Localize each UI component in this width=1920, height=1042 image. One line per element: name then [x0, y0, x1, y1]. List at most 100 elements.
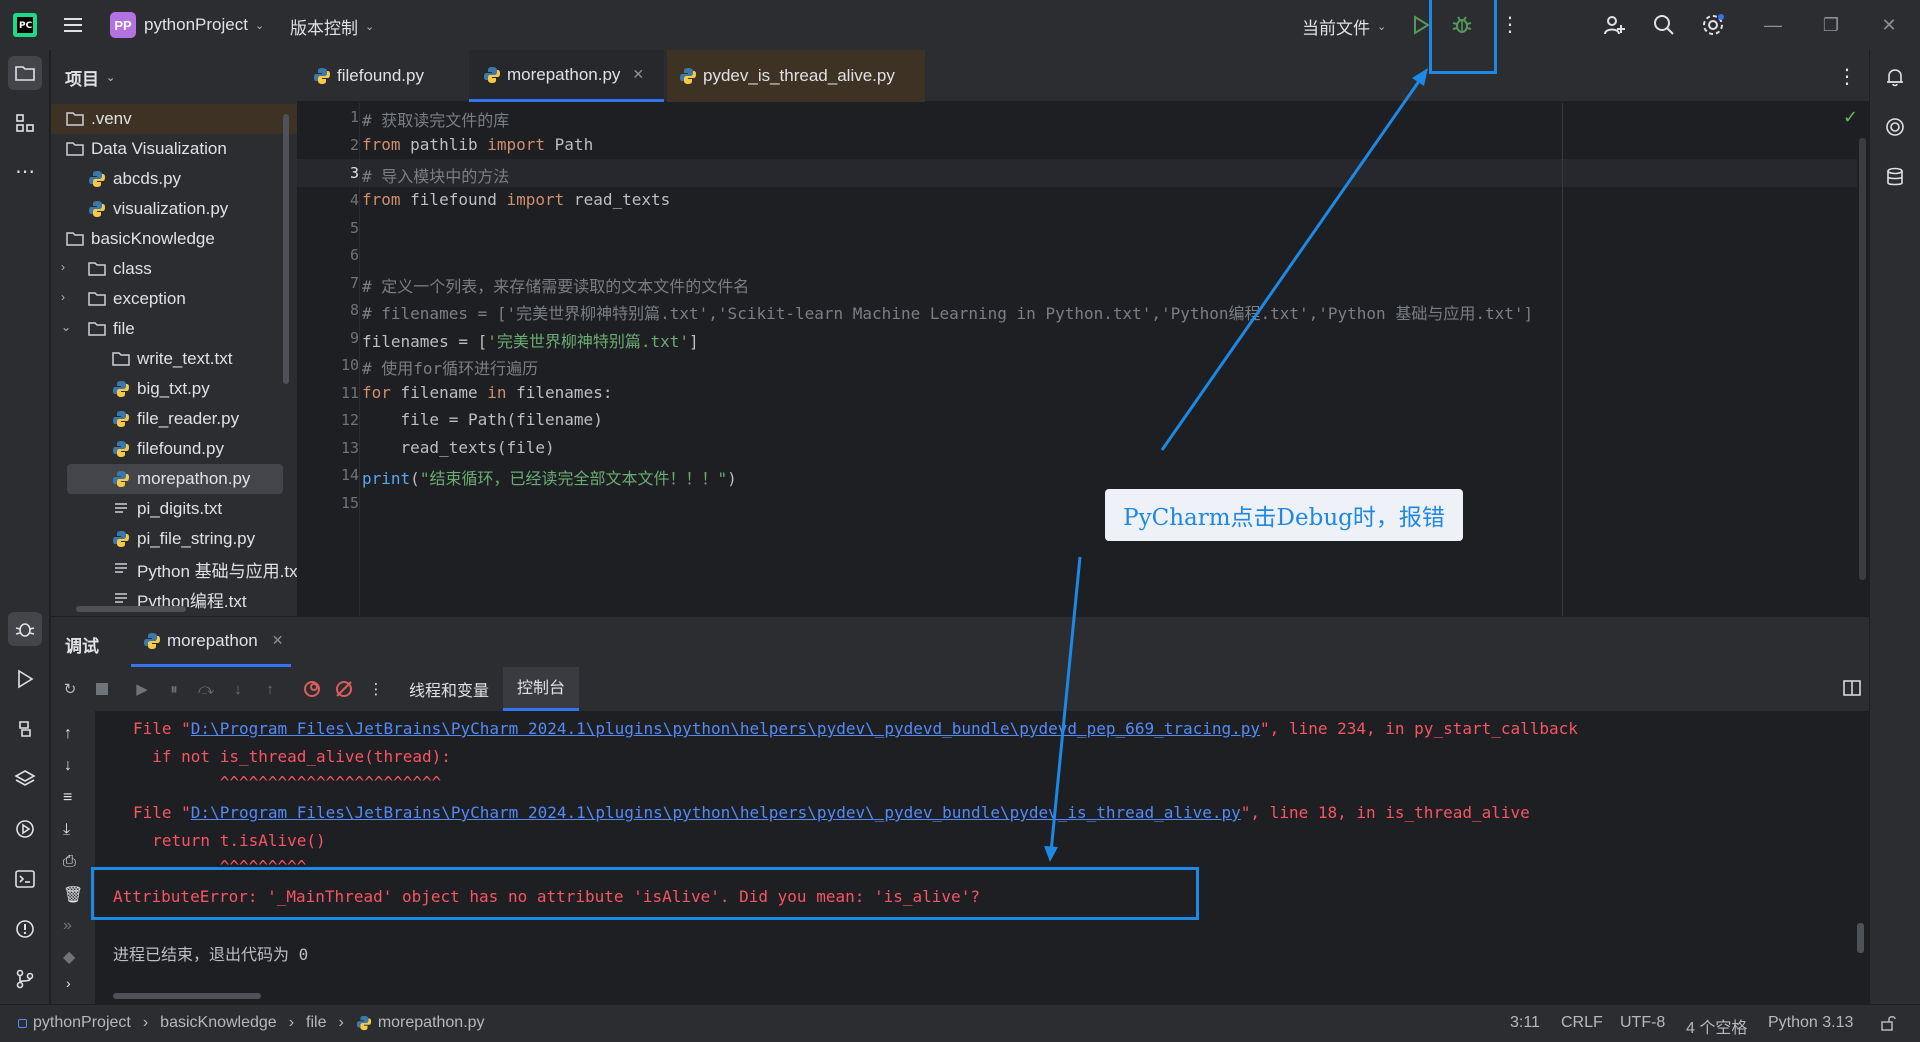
- tree-item[interactable]: exception: [87, 284, 186, 314]
- more-options-icon[interactable]: ⋮: [365, 678, 387, 700]
- project-tool-folder-icon[interactable]: [8, 56, 42, 90]
- tree-item[interactable]: morepathon.py: [111, 464, 250, 494]
- tab-options-icon[interactable]: ⋮: [1837, 64, 1857, 89]
- tree-item[interactable]: file_reader.py: [111, 404, 239, 434]
- line-number: 10: [340, 356, 359, 374]
- rerun-icon[interactable]: ↻: [59, 678, 81, 700]
- tree-item[interactable]: Python 基础与应用.txt: [111, 554, 297, 584]
- tab-pydev-is-thread-alive[interactable]: pydev_is_thread_alive.py: [667, 50, 925, 102]
- breadcrumb-subfolder[interactable]: file: [306, 1014, 326, 1032]
- tree-item[interactable]: .venv: [65, 104, 132, 134]
- project-panel-header[interactable]: 项目 ⌄: [51, 50, 297, 104]
- tree-item[interactable]: pi_digits.txt: [111, 494, 222, 524]
- step-into-icon[interactable]: ↓: [227, 678, 249, 700]
- tree-item[interactable]: big_txt.py: [111, 374, 210, 404]
- git-branch-icon[interactable]: [8, 962, 42, 996]
- line-separator[interactable]: CRLF: [1561, 1014, 1603, 1032]
- code-line-12: file = Path(filename): [362, 410, 603, 429]
- expand-more-icon[interactable]: »: [63, 917, 72, 935]
- vcs-menu[interactable]: 版本控制 ⌄: [290, 14, 374, 39]
- tab-console[interactable]: 控制台: [503, 667, 580, 711]
- restore-window-icon[interactable]: ❐: [1808, 0, 1854, 50]
- database-icon[interactable]: [1878, 160, 1912, 194]
- stop-icon[interactable]: [91, 678, 113, 700]
- layout-settings-icon[interactable]: [1843, 679, 1861, 697]
- debug-tool-bug-icon[interactable]: [8, 612, 42, 646]
- code-text: ]: [689, 332, 699, 351]
- chevron-down-icon[interactable]: ⌄: [61, 320, 71, 334]
- debug-console[interactable]: ↑ ↓ ≡ ⤓ ⎙ 🗑 » ◆ › File "D:\Program Files…: [51, 711, 1869, 1005]
- tab-filefound[interactable]: filefound.py: [313, 50, 463, 102]
- indent-setting[interactable]: 4 个空格: [1686, 1014, 1747, 1038]
- layers-icon[interactable]: [8, 762, 42, 796]
- more-tools-icon[interactable]: ⋯: [8, 154, 42, 188]
- search-icon[interactable]: [1652, 13, 1676, 37]
- pycharm-logo-icon[interactable]: PC: [12, 12, 38, 38]
- scroll-to-end-icon[interactable]: ⤓: [63, 821, 70, 839]
- ai-assistant-icon[interactable]: [1878, 110, 1912, 144]
- breadcrumb-folder[interactable]: basicKnowledge: [160, 1014, 277, 1032]
- structure-icon[interactable]: [8, 106, 42, 140]
- tree-item[interactable]: abcds.py: [87, 164, 181, 194]
- scroll-down-icon[interactable]: ↓: [64, 757, 72, 775]
- more-actions-icon[interactable]: ⋮: [1500, 13, 1520, 37]
- chevron-right-icon[interactable]: ›: [61, 260, 65, 274]
- terminal-icon[interactable]: [8, 862, 42, 896]
- editor-scrollbar[interactable]: [1859, 138, 1866, 580]
- breadcrumb-project[interactable]: pythonProject: [33, 1014, 131, 1032]
- minimize-window-icon[interactable]: —: [1750, 0, 1796, 50]
- console-v-scrollbar[interactable]: [1857, 923, 1864, 953]
- close-window-icon[interactable]: ✕: [1866, 0, 1912, 50]
- project-scrollbar[interactable]: [283, 114, 289, 384]
- tree-item[interactable]: pi_file_string.py: [111, 524, 255, 554]
- caret-position[interactable]: 3:11: [1510, 1014, 1540, 1032]
- tree-item[interactable]: filefound.py: [111, 434, 224, 464]
- pause-icon[interactable]: ⏸: [163, 678, 185, 700]
- settings-gear-icon[interactable]: [1701, 13, 1725, 37]
- tree-item[interactable]: visualization.py: [87, 194, 228, 224]
- code-editor[interactable]: 1 2 3 4 5 6 7 8 9 10 11 12 13 14 15 ✓ # 获取读完文件的库 from …: [297, 103, 1869, 616]
- tree-item[interactable]: file: [87, 314, 135, 344]
- tree-item[interactable]: Data Visualization: [65, 134, 227, 164]
- tree-item[interactable]: class: [87, 254, 152, 284]
- code-with-me-icon[interactable]: [1602, 13, 1626, 37]
- print-icon[interactable]: ⎙: [63, 853, 76, 871]
- inspection-ok-icon[interactable]: ✓: [1843, 107, 1858, 128]
- tree-item[interactable]: basicKnowledge: [65, 224, 215, 254]
- project-h-scrollbar[interactable]: [76, 606, 186, 612]
- tree-item[interactable]: write_text.txt: [111, 344, 232, 374]
- clear-all-trash-icon[interactable]: 🗑: [63, 885, 83, 905]
- run-config-selector[interactable]: 当前文件 ⌄: [1302, 14, 1386, 39]
- step-over-icon[interactable]: ⤼: [195, 678, 217, 700]
- python-interpreter[interactable]: Python 3.13: [1768, 1014, 1853, 1032]
- notifications-bell-icon[interactable]: [1878, 60, 1912, 94]
- problems-icon[interactable]: [8, 912, 42, 946]
- chevron-right-icon[interactable]: ›: [61, 290, 65, 304]
- services-icon[interactable]: [8, 812, 42, 846]
- lock-unlocked-icon[interactable]: [1880, 1015, 1896, 1031]
- code-line-14: print("结束循环，已经读完全部文本文件！！！"): [362, 465, 737, 489]
- python-console-icon[interactable]: ◆: [63, 947, 75, 967]
- close-tab-icon[interactable]: ✕: [632, 66, 644, 83]
- file-encoding[interactable]: UTF-8: [1620, 1014, 1665, 1032]
- resume-icon[interactable]: ▶: [131, 678, 153, 700]
- console-file-link[interactable]: D:\Program Files\JetBrains\PyCharm 2024.…: [191, 719, 1260, 738]
- keyword: from: [362, 190, 401, 209]
- scroll-up-icon[interactable]: ↑: [64, 725, 72, 743]
- soft-wrap-icon[interactable]: ≡: [63, 789, 72, 807]
- console-h-scrollbar[interactable]: [113, 993, 261, 999]
- step-out-icon[interactable]: ↑: [259, 678, 281, 700]
- close-tab-icon[interactable]: ✕: [272, 632, 284, 649]
- mute-breakpoints-icon[interactable]: [333, 678, 355, 700]
- view-breakpoints-icon[interactable]: [301, 678, 323, 700]
- project-switcher[interactable]: PP pythonProject ⌄: [110, 12, 264, 38]
- tab-morepathon[interactable]: morepathon.py ✕: [469, 50, 664, 102]
- main-menu-icon[interactable]: [62, 14, 84, 36]
- chevron-right-icon[interactable]: ›: [66, 975, 71, 991]
- debug-session-tab[interactable]: morepathon ✕: [131, 617, 291, 667]
- breadcrumb-file[interactable]: morepathon.py: [378, 1014, 485, 1032]
- python-packages-icon[interactable]: [8, 712, 42, 746]
- console-file-link[interactable]: D:\Program Files\JetBrains\PyCharm 2024.…: [191, 803, 1241, 822]
- run-tool-icon[interactable]: [8, 662, 42, 696]
- tab-threads-variables[interactable]: 线程和变量: [409, 677, 489, 701]
